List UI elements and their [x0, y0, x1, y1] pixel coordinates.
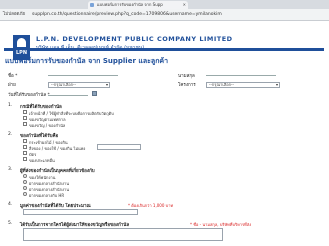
question-text: ได้รับเป็นการจากใครได้ผู้ส่งมาให้ของขวัญ… — [20, 223, 130, 228]
option-checkbox[interactable] — [23, 110, 27, 114]
name-input[interactable] — [48, 70, 118, 76]
sender-textarea[interactable] — [23, 228, 223, 241]
name-label: ชื่อ * — [8, 74, 18, 79]
company-name-en: L.P.N. DEVELOPMENT PUBLIC COMPANY LIMITE… — [36, 35, 233, 43]
option-checkbox[interactable] — [23, 145, 27, 149]
calendar-icon[interactable] — [92, 91, 97, 96]
address-bar[interactable]: ไม่ปลอดภัย supplpn.co.th/questionnaire/p… — [0, 9, 329, 21]
value-hint: * ต้องเกินกว่า 1,000 บาท — [128, 203, 174, 208]
project-select[interactable]: --กรุณาเลือก-- ▾ — [206, 82, 280, 88]
question-text: ผู้ที่ส่งของกำนัลเป็นบุคคลที่เกี่ยวข้องก… — [20, 169, 95, 174]
option-checkbox[interactable] — [23, 122, 27, 126]
tab-favicon-icon — [90, 3, 94, 7]
address-security-status[interactable]: ไม่ปลอดภัย — [3, 11, 25, 19]
surname-input[interactable] — [206, 70, 276, 76]
page-content: LPN L.P.N. DEVELOPMENT PUBLIC COMPANY LI… — [0, 21, 329, 246]
option-radio[interactable] — [23, 192, 27, 196]
chevron-down-icon: ▾ — [275, 82, 278, 87]
question-text: มูลค่าของกำนัลที่ได้รับ โดยประมาณ — [20, 204, 91, 209]
browser-tab[interactable]: แบบฟอร์มการรับของกำนัล จาก Supp ✕ — [88, 1, 188, 9]
date-label: วันที่ได้รับของกำนัล * — [8, 93, 50, 98]
project-select-value: --กรุณาเลือก-- — [209, 82, 234, 87]
option-checkbox[interactable] — [23, 139, 27, 143]
option-label: ฝากของกลางกับ HR — [29, 193, 65, 198]
address-url[interactable]: supplpn.co.th/questionnaire/preview.php?… — [32, 11, 222, 19]
company-header: LPN L.P.N. DEVELOPMENT PUBLIC COMPANY LI… — [4, 29, 324, 60]
chevron-down-icon: ▾ — [105, 82, 108, 87]
other-item-input[interactable] — [97, 144, 141, 150]
tab-close-icon[interactable]: ✕ — [183, 1, 186, 9]
option-checkbox[interactable] — [23, 116, 27, 120]
option-label: ของประเภทอื่น — [29, 158, 55, 163]
department-select-value: --กรุณาเลือก-- — [51, 82, 76, 87]
option-label: ของขวัญ / ของกำนัล — [29, 123, 66, 128]
option-label: สิ่งของ / ของใช้ / ของกิน ไม่แพง — [29, 146, 86, 151]
logo-arch-icon — [17, 38, 26, 47]
question-number: 3. — [8, 167, 13, 172]
question-number: 1. — [8, 103, 13, 108]
tab-title: แบบฟอร์มการรับของกำนัล จาก Supp — [97, 2, 163, 7]
option-checkbox[interactable] — [23, 157, 27, 161]
department-select[interactable]: --กรุณาเลือก-- ▾ — [48, 82, 110, 88]
option-radio[interactable] — [23, 180, 27, 184]
option-checkbox[interactable] — [23, 151, 27, 155]
surname-label: นามสกุล — [178, 74, 195, 79]
question-text: กรณีที่ได้รับของกำนัล — [20, 105, 62, 110]
sender-hint: * ชื่อ - นามสกุล, บริษัทที่บริหารที่ส่ง — [190, 222, 252, 227]
form-title: แบบฟอร์มการรับของกำนัล จาก Supplier และล… — [5, 57, 169, 65]
company-name-th: บริษัท แอล.พี.เอ็น. ดีเวลลอปเมนท์ จำกัด … — [36, 45, 145, 51]
question-text: ของกำนัลที่ได้รับคือ — [20, 134, 59, 139]
date-input[interactable] — [48, 90, 88, 96]
department-label: ฝ่าย — [8, 83, 16, 88]
browser-tab-bar: แบบฟอร์มการรับของกำนัล จาก Supp ✕ — [0, 0, 329, 9]
option-radio[interactable] — [23, 174, 27, 178]
question-number: 2. — [8, 132, 13, 137]
project-label: โครงการ — [178, 83, 196, 88]
question-number: 4. — [8, 202, 13, 207]
option-radio[interactable] — [23, 186, 27, 190]
question-number: 5. — [8, 221, 13, 226]
gift-value-input[interactable] — [23, 209, 138, 215]
